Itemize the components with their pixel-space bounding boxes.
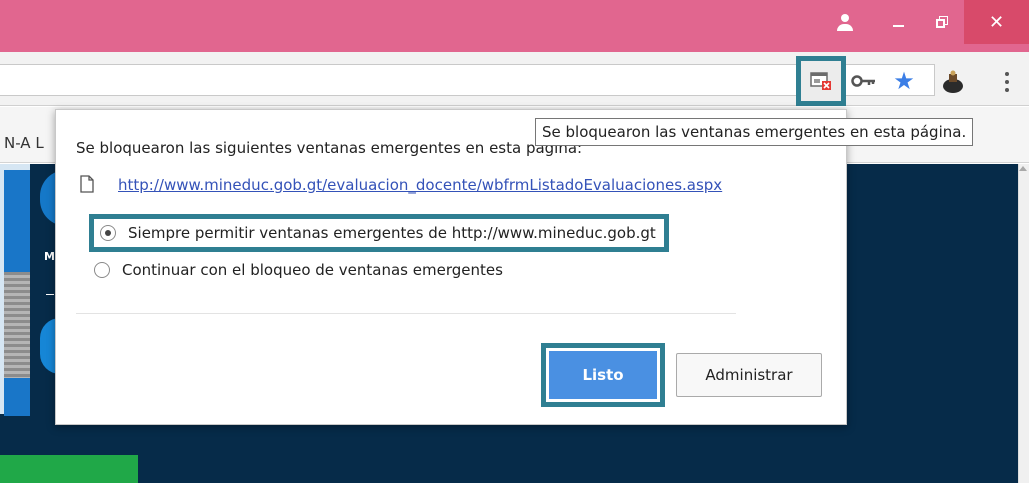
page-green-button[interactable] [0,455,138,483]
blocked-popup-link[interactable]: http://www.mineduc.gob.gt/evaluacion_doc… [118,176,722,194]
option-always-allow[interactable]: Siempre permitir ventanas emergentes de … [89,214,669,252]
page-side-letter: M [44,250,55,263]
option-label: Continuar con el bloqueo de ventanas eme… [122,261,503,279]
page-divider [46,294,54,295]
bookmark-item[interactable]: N-A L [4,134,44,152]
title-bar [0,0,1029,52]
manage-button[interactable]: Administrar [676,353,822,397]
page-side-image [4,272,30,378]
close-button[interactable]: ✕ [964,0,1029,44]
option-keep-blocking[interactable]: Continuar con el bloqueo de ventanas eme… [94,255,503,285]
key-icon[interactable] [850,70,878,92]
page-scrollbar[interactable] [1018,164,1029,483]
file-icon [80,175,94,193]
popup-blocked-tooltip: Se bloquearon las ventanas emergentes en… [535,118,974,146]
star-icon[interactable]: ★ [890,68,918,94]
user-icon [834,13,856,31]
restore-button[interactable] [920,0,964,44]
option-label: Siempre permitir ventanas emergentes de … [128,224,656,242]
radio-unselected-icon[interactable] [94,262,110,278]
minimize-icon [892,25,904,27]
popup-blocked-icon[interactable] [796,56,846,106]
extension-icon[interactable] [938,68,968,96]
dialog-title: Se bloquearon las siguientes ventanas em… [76,139,583,157]
restore-icon [936,16,948,28]
close-icon: ✕ [988,11,1005,33]
popup-blocked-dialog: Se bloquearon las siguientes ventanas em… [55,109,847,425]
radio-selected-icon[interactable] [100,225,116,241]
done-button-highlight: Listo [541,343,665,407]
dialog-separator [76,313,736,314]
profile-button[interactable] [828,0,862,44]
address-bar[interactable] [0,64,935,96]
done-button[interactable]: Listo [546,348,660,402]
minimize-button[interactable] [876,0,920,44]
scroll-up-arrow-icon[interactable] [1019,166,1027,171]
menu-icon[interactable] [1000,68,1014,96]
